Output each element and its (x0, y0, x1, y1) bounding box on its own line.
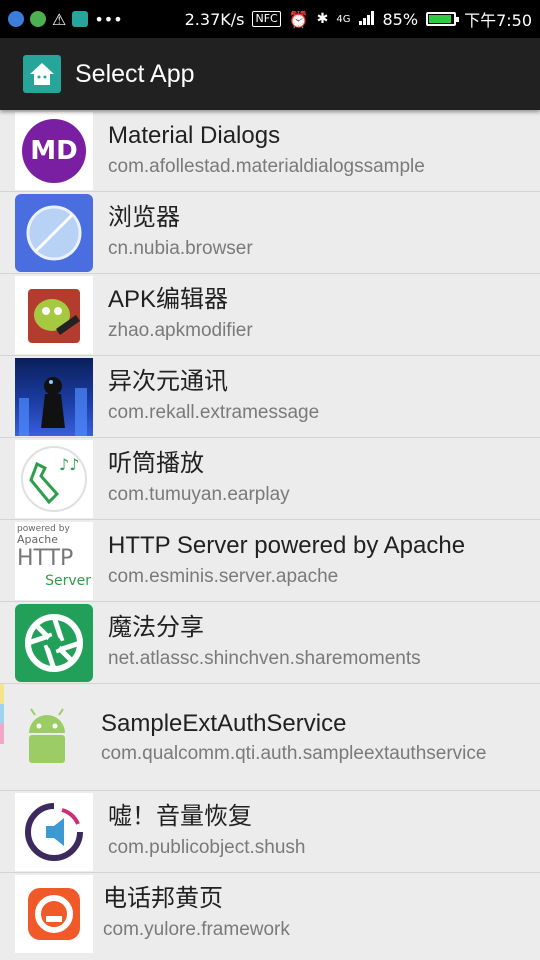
app-package: com.publicobject.shush (108, 837, 306, 858)
notification-icon (30, 11, 46, 27)
app-item-sampleextauthservice[interactable]: SampleExtAuthService com.qualcomm.qti.au… (0, 684, 540, 791)
shush-icon (15, 792, 93, 871)
app-package: zhao.apkmodifier (108, 320, 253, 341)
app-label: 听筒播放 (108, 450, 204, 477)
icon-caption: powered by (17, 523, 70, 534)
browser-icon (15, 193, 93, 272)
svg-text:♪♪: ♪♪ (59, 455, 79, 474)
app-item-yulore[interactable]: 电话邦黄页 com.yulore.framework (0, 873, 540, 954)
app-bar: Select App (0, 38, 540, 110)
http-server-icon: powered by Apache HTTP Server (15, 521, 93, 600)
clock: 下午7:50 (464, 11, 532, 30)
app-label: 浏览器 (108, 204, 180, 231)
home-icon (23, 55, 61, 93)
android-icon (8, 698, 86, 776)
battery-percent: 85% (382, 9, 419, 29)
icon-caption: HTTP (17, 545, 74, 571)
app-package: com.yulore.framework (103, 919, 290, 940)
page-title: Select App (75, 59, 195, 88)
notification-icon (72, 11, 89, 27)
signal-icon (358, 10, 375, 29)
app-package: com.esminis.server.apache (108, 566, 339, 587)
app-list: MD Material Dialogs com.afollestad.mater… (0, 110, 540, 954)
alarm-icon: ⏰ (288, 9, 309, 29)
app-label: SampleExtAuthService (101, 709, 347, 737)
icon-caption: Server (45, 572, 91, 589)
app-label: 嘘！音量恢复 (108, 803, 252, 830)
app-item-extramessage[interactable]: 异次元通讯 com.rekall.extramessage (0, 356, 540, 438)
battery-icon (426, 12, 460, 26)
app-label: Material Dialogs (108, 122, 281, 149)
status-bar: ⚠ ••• 2.37K/s NFC ⏰ ✱ 4G 85% 下午7:50 (0, 0, 540, 38)
md-icon-text: MD (22, 118, 86, 183)
icon-caption: Apache (17, 532, 59, 546)
app-item-earplay[interactable]: ♪♪ 听筒播放 com.tumuyan.earplay (0, 438, 540, 520)
material-dialogs-icon: MD (15, 111, 93, 190)
edge-strip (0, 684, 4, 744)
bluetooth-icon: ✱ (316, 11, 329, 27)
app-label: 电话邦黄页 (103, 885, 223, 912)
app-item-sharemoments[interactable]: 魔法分享 net.atlassc.shinchven.sharemoments (0, 602, 540, 684)
app-package: com.tumuyan.earplay (108, 484, 290, 505)
extramessage-icon (15, 357, 93, 436)
yulore-icon (15, 874, 93, 953)
app-package: cn.nubia.browser (108, 238, 253, 259)
app-package: com.rekall.extramessage (108, 402, 320, 423)
app-label: APK编辑器 (108, 286, 229, 313)
app-item-apk-editor[interactable]: APK编辑器 zhao.apkmodifier (0, 274, 540, 356)
network-type: 4G (336, 13, 351, 25)
app-item-shush[interactable]: 嘘！音量恢复 com.publicobject.shush (0, 791, 540, 873)
app-package: com.afollestad.materialdialogssample (108, 156, 425, 177)
app-package: net.atlassc.shinchven.sharemoments (108, 648, 421, 669)
apk-editor-icon (15, 275, 93, 354)
sharemoments-icon (15, 603, 93, 682)
network-speed: 2.37K/s (184, 9, 245, 29)
more-notifications-icon: ••• (94, 9, 123, 29)
app-label: 异次元通讯 (108, 368, 228, 395)
app-package: com.qualcomm.qti.auth.sampleextauthservi… (101, 742, 487, 764)
notification-icon (8, 11, 24, 27)
app-label: HTTP Server powered by Apache (108, 532, 466, 559)
earplay-icon: ♪♪ (15, 439, 93, 518)
warning-icon: ⚠ (52, 9, 67, 29)
app-item-material-dialogs[interactable]: MD Material Dialogs com.afollestad.mater… (0, 110, 540, 192)
app-item-browser[interactable]: 浏览器 cn.nubia.browser (0, 192, 540, 274)
nfc-icon: NFC (252, 11, 281, 27)
app-label: 魔法分享 (108, 614, 204, 641)
app-item-http-server[interactable]: powered by Apache HTTP Server HTTP Serve… (0, 520, 540, 602)
